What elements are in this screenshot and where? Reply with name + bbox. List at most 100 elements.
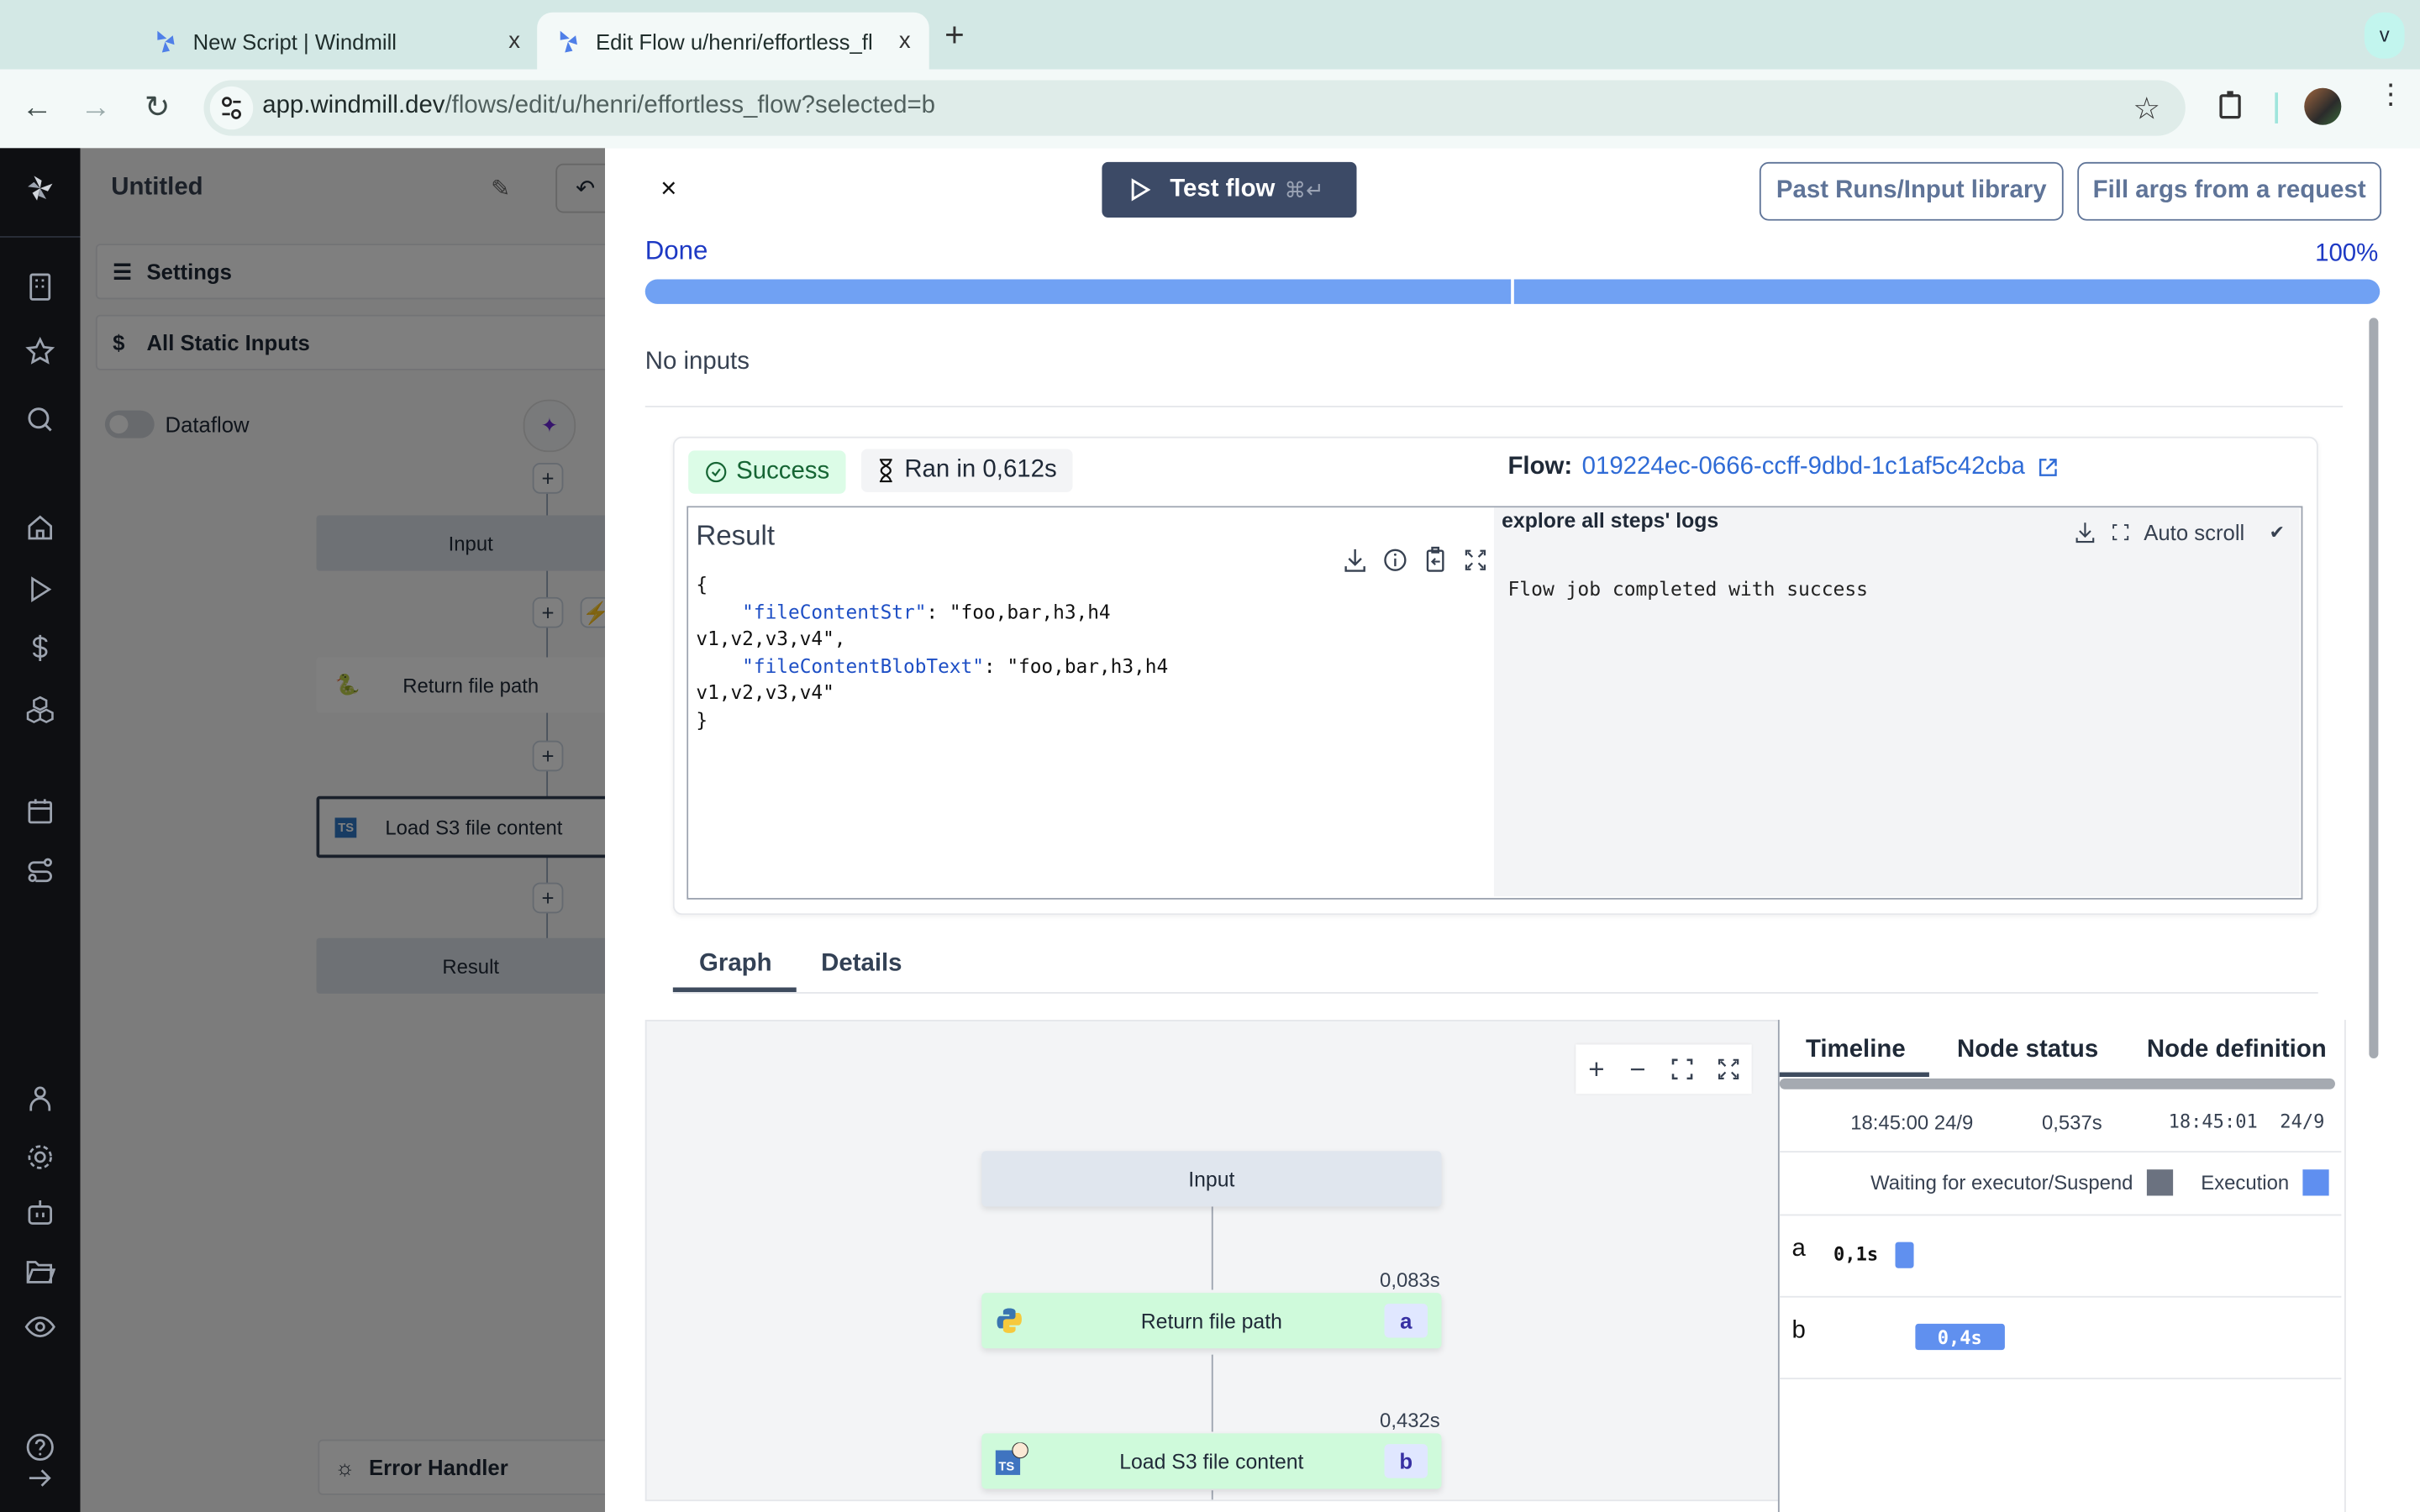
- tab-node-status[interactable]: Node status: [1957, 1037, 2098, 1064]
- past-runs-button[interactable]: Past Runs/Input library: [1759, 161, 2064, 221]
- address-bar[interactable]: app.windmill.dev/flows/edit/u/henri/effo…: [203, 80, 2186, 136]
- legend-swatch-execution: [2302, 1169, 2329, 1196]
- auto-scroll-checkbox[interactable]: ✔: [2270, 522, 2285, 543]
- timeline-start: 18:45:00 24/9: [1850, 1110, 1974, 1134]
- info-icon[interactable]: [1383, 546, 1407, 574]
- download-logs-icon[interactable]: [2073, 520, 2097, 544]
- expand-sidebar-arrow-icon[interactable]: [24, 1462, 55, 1494]
- tab-node-definition[interactable]: Node definition: [2147, 1037, 2327, 1064]
- progress-bar: [644, 279, 2381, 304]
- flow-label: Flow:: [1507, 453, 1573, 480]
- fit-view-icon[interactable]: [1670, 1058, 1692, 1080]
- download-icon[interactable]: [1343, 546, 1367, 574]
- step-id-badge: b: [1384, 1444, 1428, 1478]
- schedules-calendar-icon[interactable]: [24, 796, 55, 827]
- typescript-bun-icon: TS: [995, 1442, 1028, 1475]
- fullscreen-icon[interactable]: [1718, 1058, 1739, 1080]
- success-badge: Success: [688, 450, 847, 494]
- json-key: "fileContentStr": [742, 599, 927, 623]
- browser-tab-new-script[interactable]: New Script | Windmill x: [134, 13, 539, 70]
- tab-title: New Script | Windmill: [192, 28, 397, 54]
- timeline-bar-b[interactable]: 0,4s: [1915, 1323, 2005, 1351]
- windmill-logo-icon[interactable]: [24, 173, 55, 204]
- reload-icon[interactable]: ↻: [139, 90, 176, 127]
- tab-timeline[interactable]: Timeline: [1806, 1037, 1906, 1064]
- result-json-viewer: { "fileContentStr": "foo,bar,h3,h4 v1,v2…: [696, 572, 1169, 731]
- divider: [1779, 1151, 2342, 1153]
- python-icon: [997, 1308, 1022, 1333]
- graph-node-a[interactable]: Return file path a: [981, 1293, 1442, 1349]
- json-key: "fileContentBlobText": [742, 653, 984, 677]
- variables-dollar-icon[interactable]: [24, 633, 55, 664]
- user-icon[interactable]: [24, 1083, 55, 1114]
- tabs-scrollbar[interactable]: [1779, 1078, 2335, 1089]
- search-icon[interactable]: [24, 404, 55, 435]
- zoom-out-button[interactable]: −: [1629, 1053, 1645, 1086]
- bookmark-star-icon[interactable]: ☆: [2133, 90, 2160, 129]
- tab-search-menu[interactable]: v: [2364, 12, 2405, 59]
- sidebar-divider: [0, 236, 81, 238]
- fill-args-button[interactable]: Fill args from a request: [2077, 161, 2382, 221]
- timeline-row-label: a: [1791, 1236, 1806, 1263]
- graph-edge: [1211, 1354, 1213, 1432]
- graph-node-b[interactable]: TS Load S3 file content b: [981, 1433, 1442, 1489]
- settings-gear-icon[interactable]: [24, 1142, 55, 1173]
- timeline-panel: [1777, 1020, 2346, 1512]
- play-icon: [1131, 178, 1151, 202]
- toolbar-divider: [2275, 92, 2279, 123]
- workspace-building-icon[interactable]: [24, 271, 55, 302]
- check-circle-icon: [706, 461, 727, 483]
- view-tabs: Graph Details: [672, 944, 2318, 994]
- runs-play-icon[interactable]: [24, 574, 55, 605]
- logs-pane: [1493, 507, 2300, 897]
- audit-eye-icon[interactable]: [24, 1311, 55, 1342]
- graph-zoom-controls: + −: [1576, 1044, 1752, 1095]
- url-text: app.windmill.dev/flows/edit/u/henri/effo…: [262, 92, 935, 119]
- expand-logs-icon[interactable]: [2110, 522, 2132, 543]
- forward-icon[interactable]: →: [77, 90, 114, 127]
- tab-details[interactable]: Details: [821, 950, 902, 978]
- flow-id-link[interactable]: 019224ec-0666-ccff-9dbd-1c1af5c42cba: [1582, 454, 2060, 481]
- divider: [1779, 1378, 2342, 1380]
- log-output: Flow job completed with success: [1507, 576, 1868, 601]
- resources-boxes-icon[interactable]: [24, 695, 55, 726]
- browser-tab-edit-flow[interactable]: Edit Flow u/henri/effortless_fl x: [537, 12, 929, 70]
- back-icon[interactable]: ←: [18, 90, 55, 127]
- timeline-total: 0,537s: [2041, 1110, 2102, 1134]
- close-drawer-button[interactable]: ×: [660, 173, 676, 206]
- hourglass-icon: [879, 459, 892, 483]
- timeline-bar-a[interactable]: [1895, 1242, 1914, 1268]
- profile-avatar[interactable]: [2304, 87, 2342, 125]
- external-link-icon[interactable]: [2038, 457, 2060, 479]
- active-tab-indicator: [672, 987, 797, 993]
- tab-close-icon[interactable]: x: [899, 28, 911, 54]
- workers-bot-icon[interactable]: [24, 1197, 55, 1228]
- tab-close-icon[interactable]: x: [508, 28, 520, 54]
- divider: [1779, 1214, 2342, 1216]
- timeline-end: 18:45:01 24/9: [2168, 1110, 2325, 1133]
- new-tab-button[interactable]: +: [944, 15, 965, 55]
- expand-icon[interactable]: [1463, 546, 1487, 574]
- zoom-in-button[interactable]: +: [1588, 1053, 1604, 1086]
- timeline-duration-a: 0,1s: [1833, 1243, 1879, 1266]
- flows-route-icon[interactable]: [24, 855, 55, 886]
- extensions-icon[interactable]: [2217, 90, 2248, 123]
- copy-clipboard-icon[interactable]: [1423, 546, 1447, 574]
- modal-backdrop[interactable]: [80, 148, 605, 1512]
- graph-node-input[interactable]: Input: [981, 1151, 1442, 1207]
- tab-graph[interactable]: Graph: [699, 950, 772, 978]
- timeline-row-label: b: [1791, 1317, 1806, 1344]
- help-icon[interactable]: [24, 1431, 55, 1462]
- test-flow-button[interactable]: Test flow ⌘↵: [1102, 161, 1357, 218]
- progress-segment: [1513, 279, 2381, 304]
- divider: [644, 406, 2344, 407]
- app-sidebar: [0, 148, 81, 1512]
- favorites-star-icon[interactable]: [24, 336, 55, 367]
- step-id-badge: a: [1384, 1304, 1428, 1338]
- site-settings-icon[interactable]: [209, 86, 254, 130]
- folders-icon[interactable]: [24, 1256, 56, 1287]
- drawer-scrollbar[interactable]: [2369, 318, 2379, 1058]
- home-icon[interactable]: [24, 512, 55, 543]
- browser-menu-icon[interactable]: ⋮: [2377, 81, 2405, 108]
- explore-logs-link[interactable]: explore all steps' logs: [1502, 509, 1718, 533]
